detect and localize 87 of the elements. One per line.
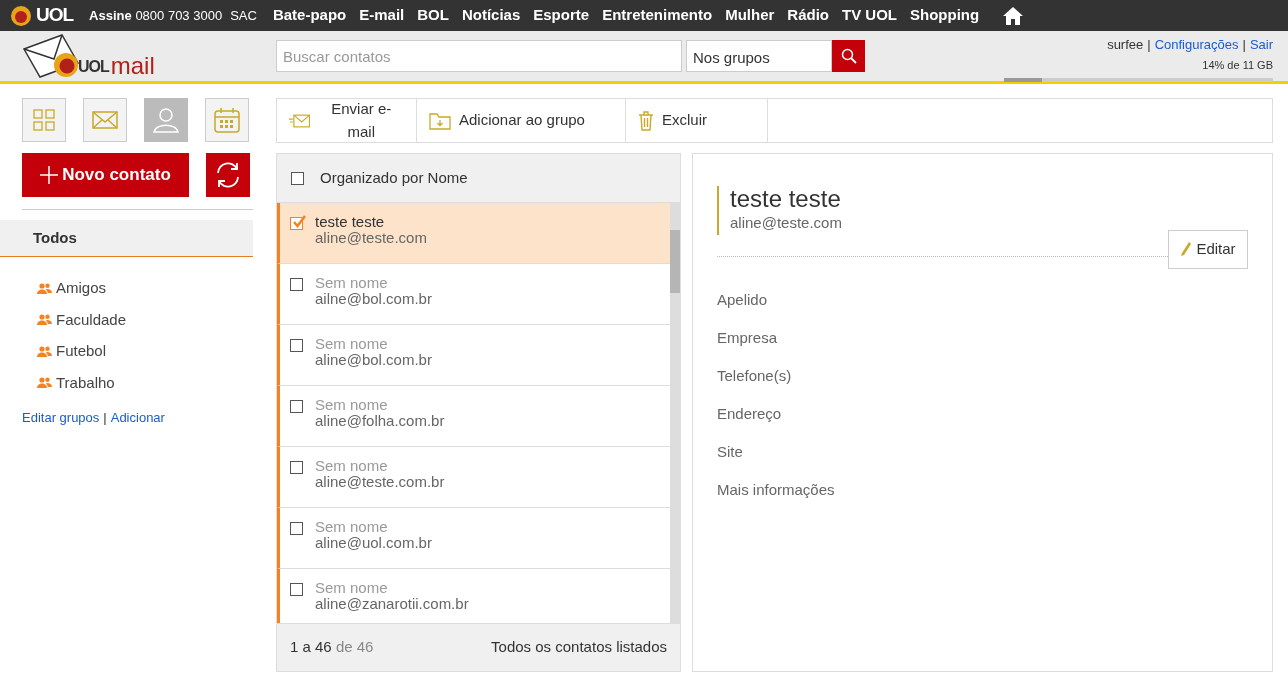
page-count: 1 a 46 de 46 [290,637,374,658]
field-label: Telefone(s) [717,365,793,386]
contact-name: Sem nome [315,519,389,535]
logo-text[interactable]: UOL [36,1,74,30]
grid-icon [33,109,55,131]
header-link[interactable]: Configurações [1154,34,1239,54]
nav-link[interactable]: Rádio [787,4,829,27]
contact-email: aline@bol.com.br [315,352,432,368]
separator: | [1242,35,1246,54]
calendar-icon [214,107,240,133]
search-button[interactable] [832,40,865,72]
checkbox[interactable] [290,278,303,291]
people-icon [37,377,52,389]
contact-email: aline@zanarotii.com.br [315,596,469,612]
header-link[interactable]: Sair [1249,34,1273,54]
field-label: Mais informações [717,479,836,500]
select-all-checkbox[interactable] [291,171,304,185]
group-dropdown[interactable]: Nos grupos [686,40,832,72]
sac-link[interactable]: SAC [230,5,257,26]
group-item[interactable]: Faculdade [56,308,127,331]
storage-text: 14% de 11 GB [1202,58,1273,73]
group-link[interactable]: Adicionar [110,408,165,428]
nav-link[interactable]: TV UOL [842,4,897,27]
contact-name: Sem nome [315,458,389,474]
nav-link[interactable]: BOL [417,4,449,27]
contact-title: teste teste [730,186,842,212]
folder-icon [429,111,451,130]
nav-link[interactable]: Mulher [725,4,775,27]
field-label: Apelido [717,289,769,310]
subscribe-text[interactable]: Assine 0800 703 3000 [89,5,223,26]
nav-link[interactable]: Notícias [461,4,521,27]
all-contacts-item[interactable]: Todos [0,220,253,257]
field-label: Empresa [717,327,779,348]
new-contact-button[interactable]: Novo contato [22,153,189,197]
uol-mail-logo[interactable]: UOLmail [22,33,155,79]
nav-link[interactable]: Bate-papo [272,4,347,27]
pencil-icon [1180,241,1193,257]
contact-name: Sem nome [315,275,389,291]
contact-name: Sem nome [315,397,389,413]
checkbox[interactable] [290,339,303,352]
search-field[interactable]: Buscar contatos [276,40,682,72]
checkbox[interactable] [290,522,303,535]
separator: | [103,409,107,427]
people-icon [37,282,52,294]
contact-email: ailne@bol.com.br [315,291,432,307]
person-icon [153,107,179,133]
field-label: Site [717,441,744,462]
contact-name: Sem nome [315,580,389,596]
contact-name: Sem nome [315,336,389,352]
envelope-icon [289,113,311,128]
group-item[interactable]: Futebol [56,340,107,363]
field-label: Endereço [717,403,783,424]
contact-email: aline@teste.com.br [315,474,445,490]
group-item[interactable]: Amigos [56,277,107,300]
checkmark-icon [291,215,306,230]
edit-button[interactable]: Editar [1168,229,1248,269]
contact-row[interactable]: teste teste aline@teste.com [277,203,670,264]
contact-name: teste teste [315,214,386,230]
globe-icon [10,4,32,27]
people-icon [37,345,52,357]
trash-icon [638,110,654,131]
checkbox[interactable] [290,217,303,230]
list-status: Todos os contatos listados [491,637,667,658]
nav-link[interactable]: Shopping [910,4,980,27]
sort-label: Organizado por Nome [320,167,468,188]
people-icon [37,314,52,326]
nav-link[interactable]: Esporte [533,4,590,27]
checkbox[interactable] [290,461,303,474]
refresh-icon [214,161,242,189]
home-icon[interactable] [1002,5,1025,26]
nav-link[interactable]: E-mail [359,4,405,27]
contact-subtitle: aline@teste.com [730,213,843,233]
contact-email: aline@uol.com.br [315,535,432,551]
checkbox[interactable] [290,400,303,413]
checkbox[interactable] [290,583,303,596]
username: surfee [1107,35,1144,54]
contact-email: aline@teste.com [315,230,427,246]
group-item[interactable]: Trabalho [56,371,115,394]
scrollbar[interactable] [670,203,680,623]
group-link[interactable]: Editar grupos [22,408,100,428]
plus-icon [40,166,59,184]
nav-link[interactable]: Entretenimento [602,4,713,27]
separator: | [1147,35,1151,54]
envelope-icon [92,111,118,129]
contact-email: aline@folha.com.br [315,413,445,429]
refresh-button[interactable] [206,153,250,197]
search-icon [840,48,857,64]
